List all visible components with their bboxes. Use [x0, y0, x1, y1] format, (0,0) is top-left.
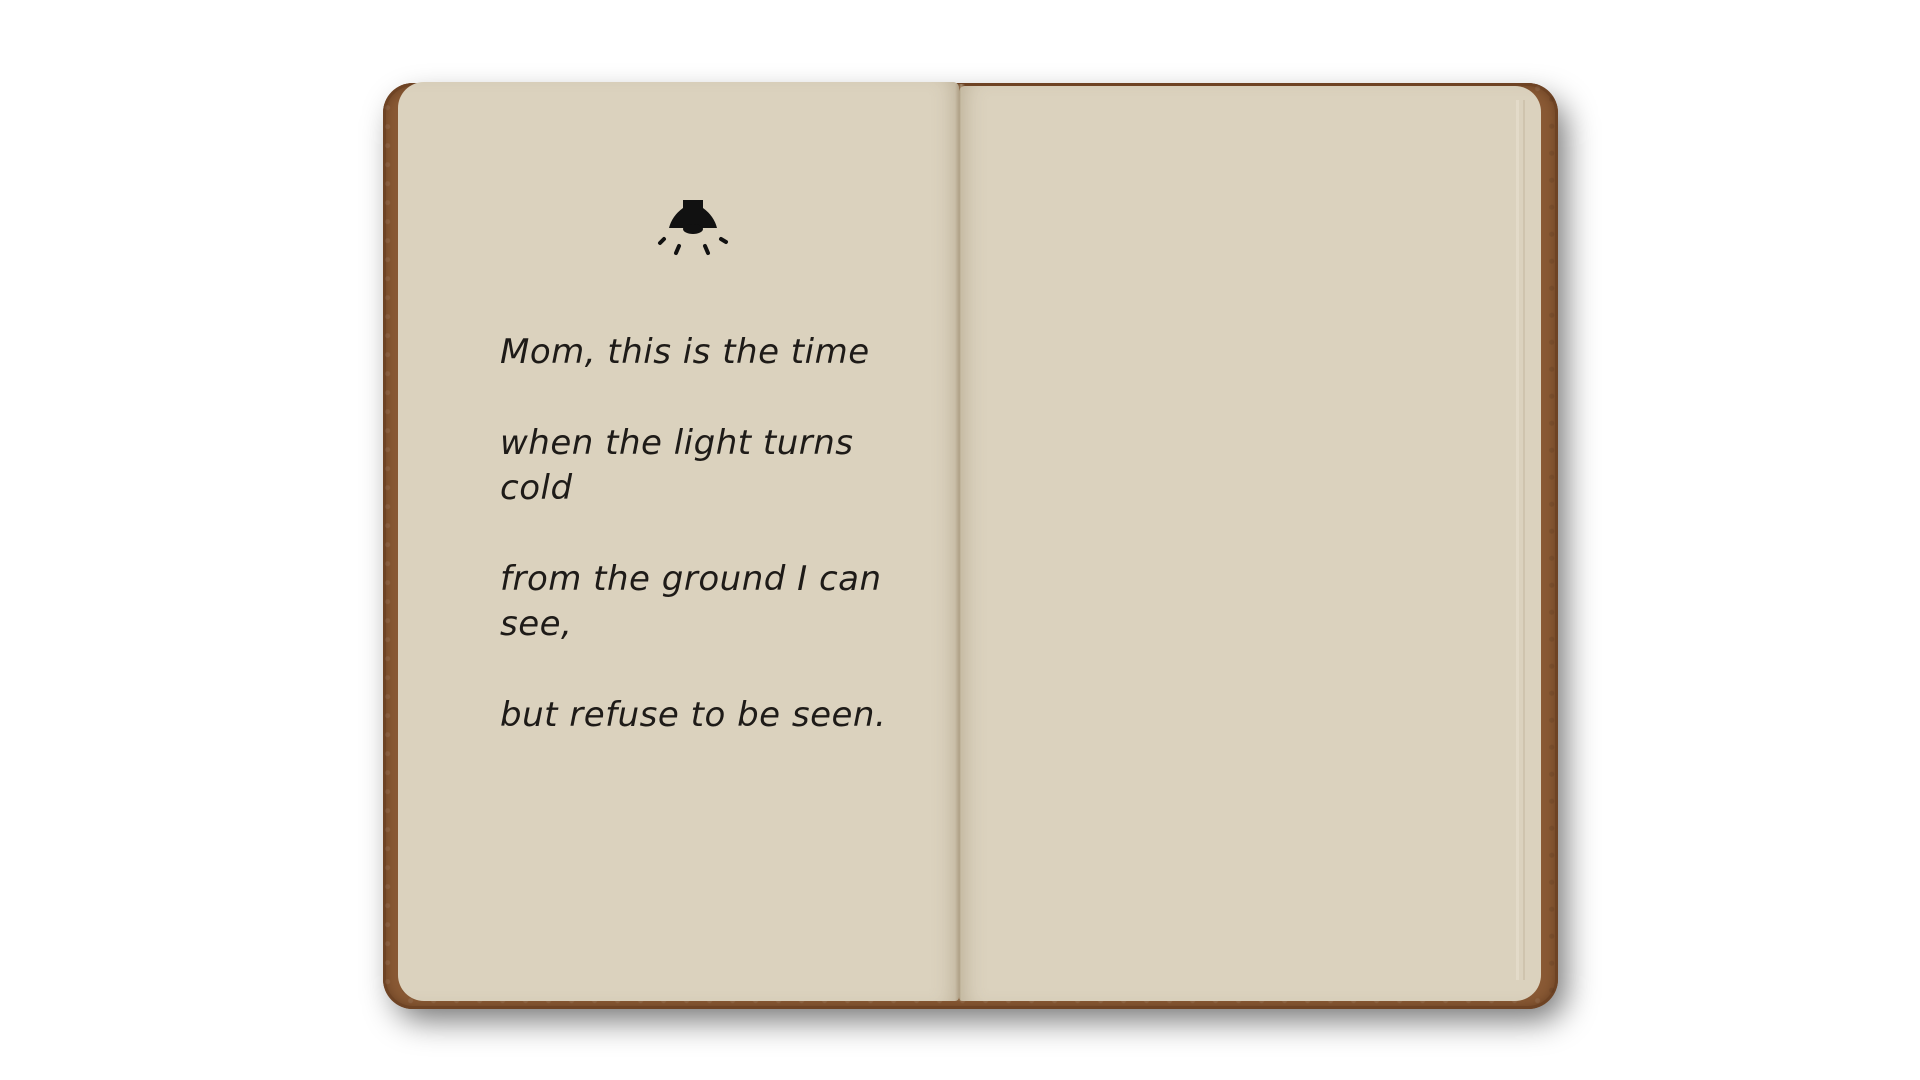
game-scene: Mom, this is the time when the light tur…: [0, 0, 1920, 1080]
right-page[interactable]: [959, 86, 1541, 1001]
poem-line: but refuse to be seen.: [500, 695, 887, 735]
poem-line: Mom, this is the time: [500, 332, 870, 372]
page-edge-lines: [1512, 100, 1530, 980]
poem-line: when the light turns cold: [500, 423, 854, 508]
poem-text: Mom, this is the time when the light tur…: [500, 330, 900, 784]
notebook-spine-gutter: [955, 84, 965, 1001]
poem-line: from the ground I can see,: [500, 559, 882, 644]
ceiling-lamp-icon: [658, 200, 728, 255]
